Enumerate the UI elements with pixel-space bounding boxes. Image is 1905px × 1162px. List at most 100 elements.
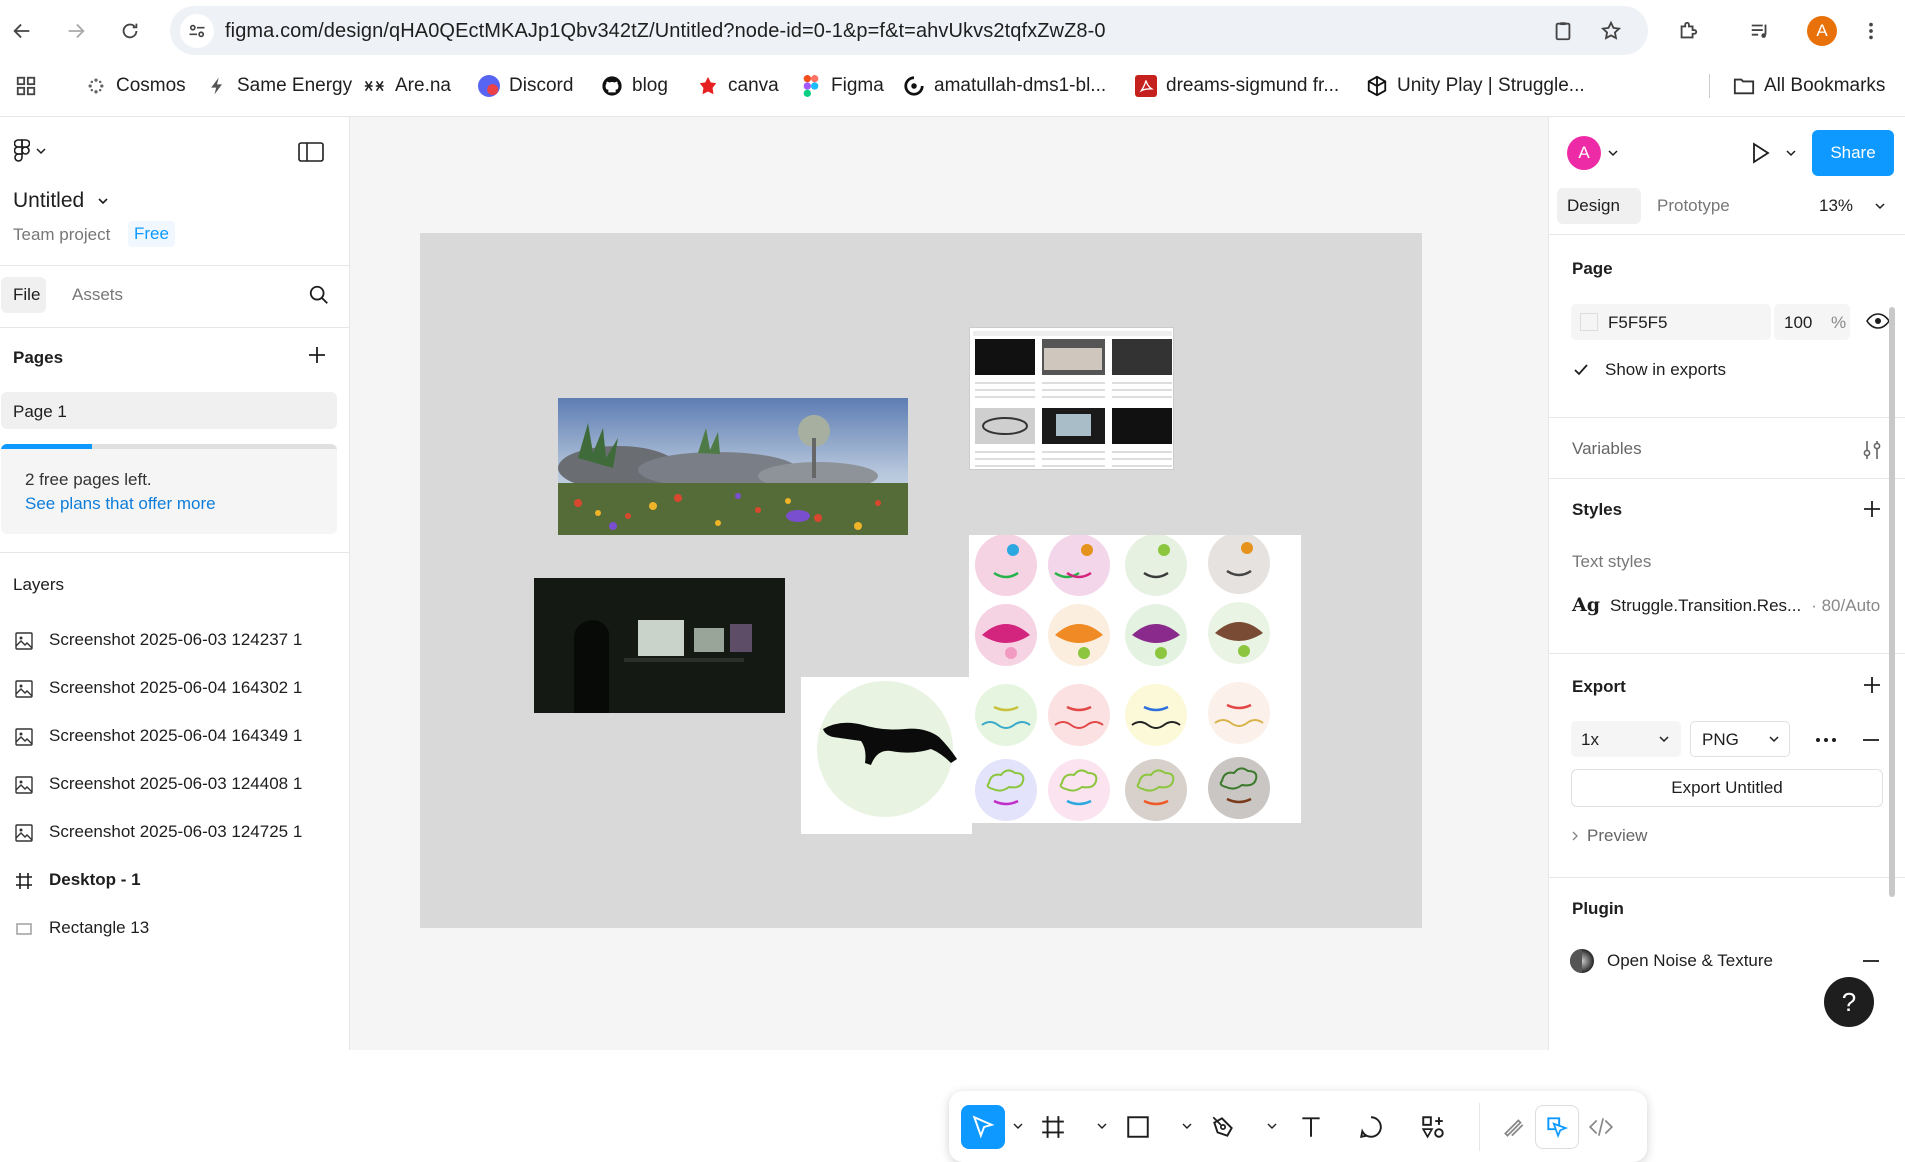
draw-mode-button[interactable]: [1492, 1105, 1536, 1149]
preview-toggle[interactable]: Preview: [1571, 826, 1647, 846]
reload-button[interactable]: [112, 13, 148, 49]
help-button[interactable]: ?: [1824, 977, 1874, 1027]
text-style-item[interactable]: Ag Struggle.Transition.Res... · 80/Auto: [1572, 594, 1880, 616]
layer-item[interactable]: Screenshot 2025-06-03 124725 1: [0, 811, 348, 853]
tab-design[interactable]: Design: [1557, 188, 1641, 224]
move-tool-button[interactable]: [961, 1105, 1005, 1149]
layer-item[interactable]: Screenshot 2025-06-03 124408 1: [0, 763, 348, 805]
bookmark-same-energy[interactable]: Same Energy: [206, 66, 352, 106]
layer-item[interactable]: Screenshot 2025-06-03 124237 1: [0, 619, 348, 661]
shape-tool-button[interactable]: [1116, 1105, 1160, 1149]
image-dark-room[interactable]: [534, 578, 785, 713]
export-button[interactable]: Export Untitled: [1571, 769, 1883, 807]
layer-item-rectangle[interactable]: Rectangle 13: [0, 907, 348, 949]
image-storyboard[interactable]: [969, 327, 1174, 470]
bookmark-amatullah[interactable]: amatullah-dms1-bl...: [903, 66, 1106, 106]
bookmarks-bar: Cosmos Same Energy Are.na Discord blog c…: [0, 66, 1905, 106]
image-icon-sheet[interactable]: [969, 535, 1301, 823]
color-swatch[interactable]: [1580, 313, 1598, 331]
chevron-down-icon[interactable]: [1182, 1121, 1192, 1131]
bookmark-canva[interactable]: canva: [697, 66, 779, 106]
export-scale-dropdown[interactable]: 1x: [1571, 721, 1681, 757]
project-name[interactable]: Team project: [13, 225, 110, 245]
chevron-down-icon[interactable]: [1013, 1121, 1023, 1131]
comment-tool-button[interactable]: [1349, 1105, 1393, 1149]
layer-item-frame[interactable]: Desktop - 1: [0, 859, 348, 901]
tab-file[interactable]: File: [1, 277, 46, 313]
layer-item[interactable]: Screenshot 2025-06-04 164349 1: [0, 715, 348, 757]
chevron-right-icon: [1571, 831, 1579, 841]
chevron-down-icon[interactable]: [1097, 1121, 1107, 1131]
discord-icon: [478, 75, 500, 97]
profile-avatar[interactable]: A: [1807, 16, 1837, 46]
site-settings-icon[interactable]: [180, 14, 214, 48]
bookmark-unity[interactable]: Unity Play | Struggle...: [1366, 66, 1585, 106]
search-layers-button[interactable]: [308, 284, 330, 306]
image-landscape-garden[interactable]: [558, 398, 908, 535]
image-floating-figure[interactable]: [801, 677, 972, 834]
page-fill-opacity-field[interactable]: 100 %: [1774, 304, 1850, 340]
variables-button[interactable]: [1861, 439, 1883, 461]
media-control-button[interactable]: [1742, 13, 1778, 49]
user-avatar[interactable]: A: [1567, 136, 1601, 170]
bookmark-figma[interactable]: Figma: [800, 66, 884, 106]
dev-mode-button[interactable]: [1579, 1105, 1623, 1149]
back-button[interactable]: [4, 13, 40, 49]
page-fill-hex-field[interactable]: F5F5F5: [1571, 304, 1771, 340]
clipboard-button[interactable]: [1545, 13, 1581, 49]
see-plans-link[interactable]: See plans that offer more: [25, 494, 216, 514]
add-style-button[interactable]: [1861, 498, 1883, 520]
desktop-frame[interactable]: [420, 233, 1422, 928]
remove-export-button[interactable]: [1861, 730, 1881, 750]
address-bar[interactable]: figma.com/design/qHA0QEctMKAJp1Qbv342tZ/…: [170, 6, 1648, 55]
text-style-name: Struggle.Transition.Res...: [1610, 596, 1802, 615]
tab-prototype[interactable]: Prototype: [1657, 196, 1730, 216]
cursor-icon: [970, 1114, 996, 1140]
panel-scrollbar[interactable]: [1889, 307, 1895, 897]
export-settings-button[interactable]: [1814, 730, 1838, 750]
bookmark-cosmos[interactable]: Cosmos: [85, 66, 186, 106]
bookmark-dreams[interactable]: dreams-sigmund fr...: [1135, 66, 1339, 106]
bookmark-star-button[interactable]: [1593, 13, 1629, 49]
layer-label: Desktop - 1: [49, 870, 141, 889]
figma-logo-icon: [14, 139, 30, 163]
share-button[interactable]: Share: [1812, 130, 1894, 176]
frame-tool-button[interactable]: [1031, 1105, 1075, 1149]
actions-button[interactable]: [1411, 1105, 1455, 1149]
add-export-button[interactable]: [1861, 674, 1883, 696]
text-tool-button[interactable]: [1289, 1105, 1333, 1149]
pdf-icon: [1135, 75, 1157, 97]
bookmark-arena[interactable]: Are.na: [364, 66, 451, 106]
browser-menu-button[interactable]: [1853, 13, 1889, 49]
forward-button[interactable]: [58, 13, 94, 49]
fill-hex-value[interactable]: F5F5F5: [1608, 313, 1668, 333]
present-button[interactable]: [1748, 141, 1772, 165]
design-mode-button[interactable]: [1535, 1105, 1579, 1149]
opacity-value[interactable]: 100: [1784, 313, 1812, 333]
bookmark-blog[interactable]: blog: [601, 66, 668, 106]
export-format-dropdown[interactable]: PNG: [1690, 721, 1790, 757]
toggle-sidebar-button[interactable]: [298, 142, 324, 162]
visibility-toggle[interactable]: [1866, 311, 1890, 331]
plugin-item[interactable]: Open Noise & Texture: [1569, 948, 1773, 974]
chevron-down-icon[interactable]: [1608, 148, 1618, 158]
file-name[interactable]: Untitled: [13, 189, 108, 213]
url-text[interactable]: figma.com/design/qHA0QEctMKAJp1Qbv342tZ/…: [225, 20, 1106, 43]
all-bookmarks-button[interactable]: All Bookmarks: [1733, 66, 1885, 106]
bookmark-discord[interactable]: Discord: [478, 66, 573, 106]
tab-assets[interactable]: Assets: [72, 285, 123, 305]
apps-button[interactable]: [15, 66, 37, 106]
add-page-button[interactable]: [307, 345, 327, 365]
design-canvas[interactable]: [350, 117, 1647, 1162]
chevron-down-icon[interactable]: [1267, 1121, 1277, 1131]
extensions-button[interactable]: [1670, 13, 1706, 49]
layer-item[interactable]: Screenshot 2025-06-04 164302 1: [0, 667, 348, 709]
main-menu-button[interactable]: [14, 139, 46, 163]
remove-plugin-button[interactable]: [1861, 951, 1881, 971]
show-in-exports-checkbox[interactable]: Show in exports: [1571, 360, 1726, 380]
zoom-dropdown[interactable]: 13%: [1819, 196, 1885, 216]
chevron-down-icon[interactable]: [1786, 148, 1796, 158]
page-item-1[interactable]: Page 1: [1, 392, 337, 429]
play-icon: [1748, 141, 1772, 165]
pen-tool-button[interactable]: [1201, 1105, 1245, 1149]
